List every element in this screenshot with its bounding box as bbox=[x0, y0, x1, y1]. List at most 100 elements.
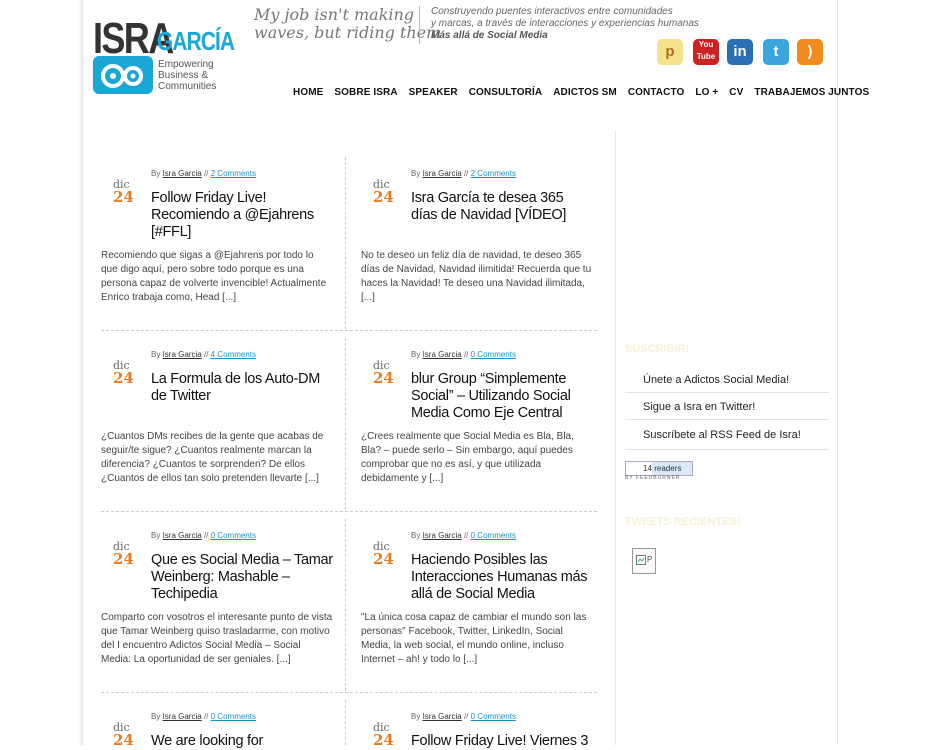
post-title-line: Techipedia bbox=[151, 586, 218, 602]
post-title-link[interactable]: Follow Friday Live! Recomiendo a @Ejahren… bbox=[151, 190, 343, 241]
post-title-link[interactable]: La Formula de los Auto-DM de Twitter bbox=[151, 371, 343, 405]
feedburner-readers: readers bbox=[654, 464, 682, 473]
post-column-divider bbox=[345, 157, 346, 329]
post-title-line: Social” – Utilizando Social bbox=[411, 388, 571, 404]
post-meta-sep: // bbox=[203, 531, 209, 540]
post-day: 24 bbox=[373, 369, 394, 387]
post-excerpt-line: haces la Navidad! Te deseo una Navidad i… bbox=[361, 278, 585, 289]
post-title-line: La Formula de los Auto-DM bbox=[151, 371, 320, 387]
post-title-line: Haciendo Posibles las bbox=[411, 552, 548, 568]
post-title-link[interactable]: Isra García te desea 365 días de Navidad … bbox=[411, 190, 603, 224]
post-title-line: Interacciones Humanas más bbox=[411, 569, 588, 585]
post-author-link[interactable]: Isra Garcia bbox=[423, 169, 462, 178]
main-nav: HOME SOBRE ISRA SPEAKER CONSULTORÍA ADIC… bbox=[293, 87, 880, 98]
post-day: 24 bbox=[113, 188, 134, 206]
site-logo[interactable]: ISRA GARCÍA Empowering Business & Commun… bbox=[93, 14, 235, 104]
post-author-link[interactable]: Isra Garcia bbox=[163, 531, 202, 540]
subscribe-adictos-link[interactable]: Únete a Adictos Social Media! bbox=[625, 366, 829, 393]
post-by: By bbox=[411, 712, 421, 721]
post-title-line: Isra García te desea 365 bbox=[411, 190, 564, 206]
youtube-icon[interactable]: You Tube bbox=[693, 39, 719, 65]
post-by: By bbox=[151, 350, 161, 359]
post-excerpt-line: "La única cosa capaz de cambiar el mundo… bbox=[361, 612, 587, 623]
post-comments-link[interactable]: 0 Comments bbox=[471, 531, 516, 540]
post-title-link[interactable]: We are looking for bbox=[151, 733, 343, 750]
rss-icon[interactable]: ) bbox=[797, 39, 823, 65]
post-comments-link[interactable]: 0 Comments bbox=[471, 712, 516, 721]
subscribe-rss-link[interactable]: Suscríbete al RSS Feed de Isra! bbox=[625, 420, 829, 450]
post-row-divider bbox=[101, 692, 597, 693]
post-by: By bbox=[151, 712, 161, 721]
twitter-icon[interactable]: t bbox=[763, 39, 789, 65]
post-comments-link[interactable]: 0 Comments bbox=[211, 531, 256, 540]
subscribe-widget: SUSCRIBIR! bbox=[625, 343, 829, 355]
post-author-link[interactable]: Isra Garcia bbox=[423, 350, 462, 359]
post-excerpt-line: ¿Crees realmente que Social Media es Bla… bbox=[361, 431, 574, 442]
post-comments-link[interactable]: 2 Comments bbox=[471, 169, 516, 178]
post-meta-sep: // bbox=[463, 169, 469, 178]
post-day: 24 bbox=[373, 188, 394, 206]
post-author-link[interactable]: Isra Garcia bbox=[423, 531, 462, 540]
post-title-line: días de Navidad [VÍDEO] bbox=[411, 207, 567, 223]
post-title-line: We are looking for bbox=[151, 733, 264, 749]
logo-garcia-text: GARCÍA bbox=[157, 26, 235, 56]
post-excerpt-line: debidamente y [...] bbox=[361, 473, 444, 484]
post-comments-link[interactable]: 2 Comments bbox=[211, 169, 256, 178]
post-author-link[interactable]: Isra Garcia bbox=[163, 712, 202, 721]
slogan-divider bbox=[419, 6, 420, 44]
linkedin-icon[interactable]: in bbox=[727, 39, 753, 65]
post-comments-link[interactable]: 4 Comments bbox=[211, 350, 256, 359]
nav-sobre-isra[interactable]: SOBRE ISRA bbox=[334, 87, 397, 98]
post-date: dic 24 bbox=[113, 179, 143, 206]
post-by: By bbox=[151, 531, 161, 540]
tweets-widget: TWEETS RECIENTES! bbox=[625, 516, 829, 528]
nav-home[interactable]: HOME bbox=[293, 87, 323, 98]
logo-tagline: Empowering Business & Communities bbox=[158, 59, 217, 92]
post-title-line: blur Group “Simplemente bbox=[411, 371, 567, 387]
nav-cv[interactable]: CV bbox=[729, 87, 743, 98]
post-by: By bbox=[411, 531, 421, 540]
posterous-icon[interactable]: p bbox=[657, 39, 683, 65]
post-author-link[interactable]: Isra Garcia bbox=[163, 169, 202, 178]
subscribe-twitter-link[interactable]: Sigue a Isra en Twitter! bbox=[625, 393, 829, 420]
nav-lo-mas[interactable]: LO + bbox=[695, 87, 718, 98]
post-excerpt-line: No te deseo un feliz día de navidad, te … bbox=[361, 250, 582, 261]
nav-adictos-sm[interactable]: ADICTOS SM bbox=[553, 87, 617, 98]
post-excerpt-line: que digo aquí, pero sobre todo porque es… bbox=[101, 264, 304, 275]
post-excerpt-line: Media: La oportunidad de ser geniales. [… bbox=[101, 654, 291, 665]
post-column-divider bbox=[345, 700, 346, 745]
post-title-link[interactable]: Que es Social Media – Tamar Weinberg: Mas… bbox=[151, 552, 343, 603]
post-comments-link[interactable]: 0 Comments bbox=[211, 712, 256, 721]
post-meta: By Isra Garcia // 0 Comments bbox=[411, 531, 516, 540]
post-excerpt: ¿Crees realmente que Social Media es Bla… bbox=[361, 430, 601, 486]
post-meta: By Isra Garcia // 0 Comments bbox=[411, 712, 516, 721]
feedburner-badge[interactable]: 14 readers BY FEEDBURNER bbox=[625, 461, 693, 483]
post-author-link[interactable]: Isra Garcia bbox=[423, 712, 462, 721]
post-date: dic 24 bbox=[373, 179, 403, 206]
post-title-link[interactable]: Haciendo Posibles las Interacciones Human… bbox=[411, 552, 603, 603]
post-day: 24 bbox=[113, 550, 134, 568]
post-column-divider bbox=[345, 519, 346, 691]
post-title-line: Que es Social Media – Tamar bbox=[151, 552, 333, 568]
nav-contacto[interactable]: CONTACTO bbox=[628, 87, 685, 98]
post-title-line: Follow Friday Live! bbox=[151, 190, 267, 206]
post-excerpt-line: Bla? – puede serlo – Sin embargo, aquí p… bbox=[361, 445, 573, 456]
nav-trabajemos-juntos[interactable]: TRABAJEMOS JUNTOS bbox=[754, 87, 869, 98]
sidebar-divider bbox=[615, 130, 616, 745]
post-excerpt-line: ¿Cuantos de ellos tan solo pretenden lle… bbox=[101, 473, 319, 484]
post-title-link[interactable]: Follow Friday Live! Viernes 3 bbox=[411, 733, 603, 750]
nav-speaker[interactable]: SPEAKER bbox=[409, 87, 458, 98]
post-meta-sep: // bbox=[203, 350, 209, 359]
post-meta-sep: // bbox=[203, 712, 209, 721]
post-title-line: [#FFL] bbox=[151, 224, 192, 240]
nav-consultoria[interactable]: CONSULTORÍA bbox=[469, 87, 543, 98]
post-comments-link[interactable]: 0 Comments bbox=[471, 350, 516, 359]
post-meta-sep: // bbox=[463, 531, 469, 540]
page-container: ISRA GARCÍA Empowering Business & Commun… bbox=[82, 0, 869, 749]
post-excerpt-line: diferencia? ¿Cuantos te sorprenden? De e… bbox=[101, 459, 306, 470]
post-excerpt-line: Internet – ah! y todo lo [...] bbox=[361, 654, 478, 665]
post-excerpt-line: que Tamar Weinberg quiso trasladarme, co… bbox=[101, 626, 330, 637]
post-author-link[interactable]: Isra Garcia bbox=[163, 350, 202, 359]
post-title-link[interactable]: blur Group “Simplemente Social” – Utiliza… bbox=[411, 371, 603, 422]
post-day: 24 bbox=[113, 369, 134, 387]
